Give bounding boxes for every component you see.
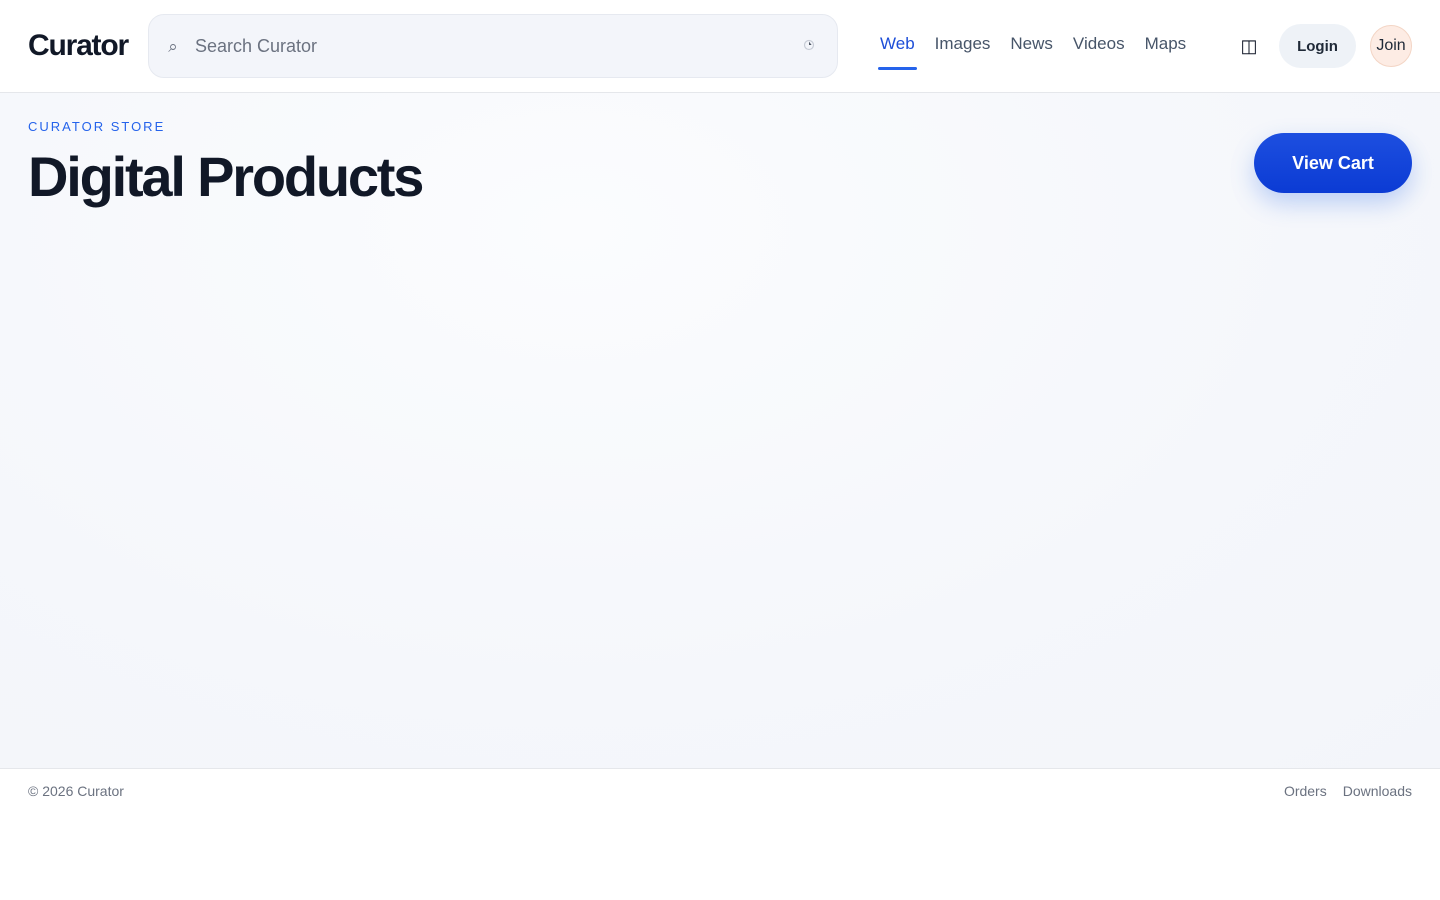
footer: © 2026 Curator Orders Downloads	[0, 768, 1440, 812]
view-cart-button[interactable]: View Cart	[1254, 133, 1412, 193]
layout-icon[interactable]: ◫	[1232, 32, 1266, 60]
join-button[interactable]: Join	[1370, 25, 1412, 67]
top-bar: Curator ⌕ Web Images News Videos Maps ◫ …	[0, 0, 1440, 93]
tab-news[interactable]: News	[1000, 22, 1063, 70]
copyright-text: © 2026 Curator	[28, 783, 124, 799]
search-icon[interactable]: ⌕	[165, 36, 181, 58]
tab-maps[interactable]: Maps	[1135, 22, 1197, 70]
logo[interactable]: Curator	[28, 28, 129, 64]
tab-web[interactable]: Web	[870, 22, 925, 70]
search-input[interactable]	[195, 29, 775, 63]
orders-link[interactable]: Orders	[1284, 783, 1327, 799]
tab-videos[interactable]: Videos	[1063, 22, 1135, 70]
store-eyebrow: CURATOR STORE	[28, 119, 166, 134]
login-button[interactable]: Login	[1279, 24, 1356, 68]
search-box[interactable]: ⌕	[148, 14, 838, 78]
search-tabs: Web Images News Videos Maps	[870, 22, 1196, 70]
microphone-icon[interactable]	[803, 39, 815, 51]
page-title: Digital Products	[28, 145, 424, 208]
tab-images[interactable]: Images	[925, 22, 1001, 70]
hero-section: CURATOR STORE Digital Products View Cart	[0, 93, 1440, 769]
downloads-link[interactable]: Downloads	[1343, 783, 1412, 799]
footer-links: Orders Downloads	[1284, 783, 1412, 799]
